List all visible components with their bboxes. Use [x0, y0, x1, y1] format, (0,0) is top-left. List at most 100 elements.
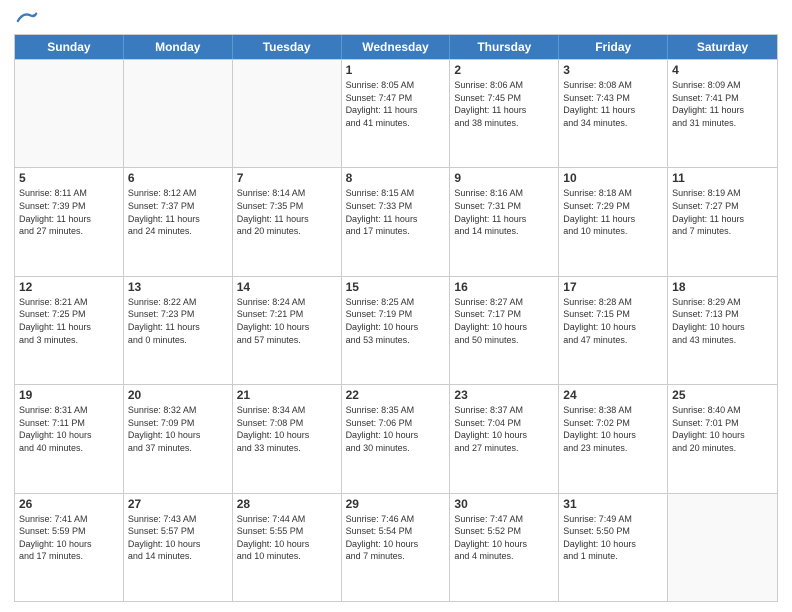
- calendar-cell: 29 Sunrise: 7:46 AM Sunset: 5:54 PM Dayli…: [342, 494, 451, 601]
- weekday-header: Tuesday: [233, 35, 342, 59]
- cell-info: Sunrise: 8:16 AM Sunset: 7:31 PM Dayligh…: [454, 187, 554, 237]
- cell-info: Sunrise: 8:15 AM Sunset: 7:33 PM Dayligh…: [346, 187, 446, 237]
- day-number: 22: [346, 388, 446, 402]
- weekday-header: Monday: [124, 35, 233, 59]
- cell-info: Sunrise: 8:14 AM Sunset: 7:35 PM Dayligh…: [237, 187, 337, 237]
- day-number: 19: [19, 388, 119, 402]
- weekday-header: Thursday: [450, 35, 559, 59]
- day-number: 7: [237, 171, 337, 185]
- cell-info: Sunrise: 8:25 AM Sunset: 7:19 PM Dayligh…: [346, 296, 446, 346]
- calendar-cell: 31Sunrise: 7:49 AM Sunset: 5:50 PM Dayli…: [559, 494, 668, 601]
- cell-info: Sunrise: 7:43 AM Sunset: 5:57 PM Dayligh…: [128, 513, 228, 563]
- cell-info: Sunrise: 8:29 AM Sunset: 7:13 PM Dayligh…: [672, 296, 773, 346]
- day-number: 2: [454, 63, 554, 77]
- day-number: 8: [346, 171, 446, 185]
- calendar-cell: 2 Sunrise: 8:06 AM Sunset: 7:45 PM Daylig…: [450, 60, 559, 167]
- calendar-cell: 25 Sunrise: 8:40 AM Sunset: 7:01 PM Dayli…: [668, 385, 777, 492]
- calendar-row: 19 Sunrise: 8:31 AM Sunset: 7:11 PM Dayli…: [15, 384, 777, 492]
- calendar-cell: [668, 494, 777, 601]
- calendar-cell: 9 Sunrise: 8:16 AM Sunset: 7:31 PM Daylig…: [450, 168, 559, 275]
- cell-info: Sunrise: 8:34 AM Sunset: 7:08 PM Dayligh…: [237, 404, 337, 454]
- calendar-cell: [15, 60, 124, 167]
- day-number: 6: [128, 171, 228, 185]
- calendar-cell: 15Sunrise: 8:25 AM Sunset: 7:19 PM Dayli…: [342, 277, 451, 384]
- day-number: 26: [19, 497, 119, 511]
- calendar-cell: 10Sunrise: 8:18 AM Sunset: 7:29 PM Dayli…: [559, 168, 668, 275]
- cell-info: Sunrise: 8:21 AM Sunset: 7:25 PM Dayligh…: [19, 296, 119, 346]
- calendar-body: 1 Sunrise: 8:05 AM Sunset: 7:47 PM Daylig…: [15, 59, 777, 601]
- calendar-row: 26 Sunrise: 7:41 AM Sunset: 5:59 PM Dayli…: [15, 493, 777, 601]
- weekday-header: Saturday: [668, 35, 777, 59]
- calendar-cell: 8 Sunrise: 8:15 AM Sunset: 7:33 PM Daylig…: [342, 168, 451, 275]
- cell-info: Sunrise: 8:40 AM Sunset: 7:01 PM Dayligh…: [672, 404, 773, 454]
- weekday-header: Sunday: [15, 35, 124, 59]
- calendar-cell: 30 Sunrise: 7:47 AM Sunset: 5:52 PM Dayli…: [450, 494, 559, 601]
- header: [14, 10, 778, 28]
- cell-info: Sunrise: 7:41 AM Sunset: 5:59 PM Dayligh…: [19, 513, 119, 563]
- calendar-cell: 20 Sunrise: 8:32 AM Sunset: 7:09 PM Dayli…: [124, 385, 233, 492]
- cell-info: Sunrise: 8:09 AM Sunset: 7:41 PM Dayligh…: [672, 79, 773, 129]
- calendar-cell: 17 Sunrise: 8:28 AM Sunset: 7:15 PM Dayli…: [559, 277, 668, 384]
- day-number: 3: [563, 63, 663, 77]
- calendar-row: 1 Sunrise: 8:05 AM Sunset: 7:47 PM Daylig…: [15, 59, 777, 167]
- calendar-cell: [124, 60, 233, 167]
- logo: [14, 10, 38, 28]
- calendar-cell: 14 Sunrise: 8:24 AM Sunset: 7:21 PM Dayli…: [233, 277, 342, 384]
- calendar-cell: 18 Sunrise: 8:29 AM Sunset: 7:13 PM Dayli…: [668, 277, 777, 384]
- calendar-cell: 19 Sunrise: 8:31 AM Sunset: 7:11 PM Dayli…: [15, 385, 124, 492]
- cell-info: Sunrise: 8:27 AM Sunset: 7:17 PM Dayligh…: [454, 296, 554, 346]
- day-number: 13: [128, 280, 228, 294]
- cell-info: Sunrise: 8:11 AM Sunset: 7:39 PM Dayligh…: [19, 187, 119, 237]
- day-number: 9: [454, 171, 554, 185]
- day-number: 30: [454, 497, 554, 511]
- calendar-cell: 21 Sunrise: 8:34 AM Sunset: 7:08 PM Dayli…: [233, 385, 342, 492]
- cell-info: Sunrise: 8:06 AM Sunset: 7:45 PM Dayligh…: [454, 79, 554, 129]
- day-number: 14: [237, 280, 337, 294]
- cell-info: Sunrise: 8:08 AM Sunset: 7:43 PM Dayligh…: [563, 79, 663, 129]
- day-number: 27: [128, 497, 228, 511]
- calendar: SundayMondayTuesdayWednesdayThursdayFrid…: [14, 34, 778, 602]
- cell-info: Sunrise: 8:31 AM Sunset: 7:11 PM Dayligh…: [19, 404, 119, 454]
- cell-info: Sunrise: 8:22 AM Sunset: 7:23 PM Dayligh…: [128, 296, 228, 346]
- cell-info: Sunrise: 8:12 AM Sunset: 7:37 PM Dayligh…: [128, 187, 228, 237]
- calendar-cell: 13 Sunrise: 8:22 AM Sunset: 7:23 PM Dayli…: [124, 277, 233, 384]
- calendar-cell: 11Sunrise: 8:19 AM Sunset: 7:27 PM Dayli…: [668, 168, 777, 275]
- day-number: 21: [237, 388, 337, 402]
- calendar-cell: 16Sunrise: 8:27 AM Sunset: 7:17 PM Dayli…: [450, 277, 559, 384]
- cell-info: Sunrise: 8:24 AM Sunset: 7:21 PM Dayligh…: [237, 296, 337, 346]
- day-number: 29: [346, 497, 446, 511]
- cell-info: Sunrise: 8:38 AM Sunset: 7:02 PM Dayligh…: [563, 404, 663, 454]
- calendar-header: SundayMondayTuesdayWednesdayThursdayFrid…: [15, 35, 777, 59]
- calendar-cell: 27 Sunrise: 7:43 AM Sunset: 5:57 PM Dayli…: [124, 494, 233, 601]
- calendar-cell: 24 Sunrise: 8:38 AM Sunset: 7:02 PM Dayli…: [559, 385, 668, 492]
- cell-info: Sunrise: 8:32 AM Sunset: 7:09 PM Dayligh…: [128, 404, 228, 454]
- calendar-cell: 12 Sunrise: 8:21 AM Sunset: 7:25 PM Dayli…: [15, 277, 124, 384]
- calendar-cell: 23 Sunrise: 8:37 AM Sunset: 7:04 PM Dayli…: [450, 385, 559, 492]
- cell-info: Sunrise: 8:28 AM Sunset: 7:15 PM Dayligh…: [563, 296, 663, 346]
- calendar-row: 5Sunrise: 8:11 AM Sunset: 7:39 PM Daylig…: [15, 167, 777, 275]
- cell-info: Sunrise: 8:37 AM Sunset: 7:04 PM Dayligh…: [454, 404, 554, 454]
- weekday-header: Friday: [559, 35, 668, 59]
- calendar-cell: 22 Sunrise: 8:35 AM Sunset: 7:06 PM Dayli…: [342, 385, 451, 492]
- calendar-cell: 26 Sunrise: 7:41 AM Sunset: 5:59 PM Dayli…: [15, 494, 124, 601]
- day-number: 17: [563, 280, 663, 294]
- day-number: 12: [19, 280, 119, 294]
- cell-info: Sunrise: 8:05 AM Sunset: 7:47 PM Dayligh…: [346, 79, 446, 129]
- day-number: 18: [672, 280, 773, 294]
- day-number: 23: [454, 388, 554, 402]
- cell-info: Sunrise: 7:47 AM Sunset: 5:52 PM Dayligh…: [454, 513, 554, 563]
- calendar-cell: 7 Sunrise: 8:14 AM Sunset: 7:35 PM Daylig…: [233, 168, 342, 275]
- calendar-cell: 4 Sunrise: 8:09 AM Sunset: 7:41 PM Daylig…: [668, 60, 777, 167]
- day-number: 1: [346, 63, 446, 77]
- day-number: 20: [128, 388, 228, 402]
- cell-info: Sunrise: 8:18 AM Sunset: 7:29 PM Dayligh…: [563, 187, 663, 237]
- day-number: 24: [563, 388, 663, 402]
- logo-icon: [16, 10, 38, 32]
- weekday-header: Wednesday: [342, 35, 451, 59]
- day-number: 25: [672, 388, 773, 402]
- calendar-row: 12 Sunrise: 8:21 AM Sunset: 7:25 PM Dayli…: [15, 276, 777, 384]
- cell-info: Sunrise: 8:35 AM Sunset: 7:06 PM Dayligh…: [346, 404, 446, 454]
- cell-info: Sunrise: 7:46 AM Sunset: 5:54 PM Dayligh…: [346, 513, 446, 563]
- day-number: 4: [672, 63, 773, 77]
- page: SundayMondayTuesdayWednesdayThursdayFrid…: [0, 0, 792, 612]
